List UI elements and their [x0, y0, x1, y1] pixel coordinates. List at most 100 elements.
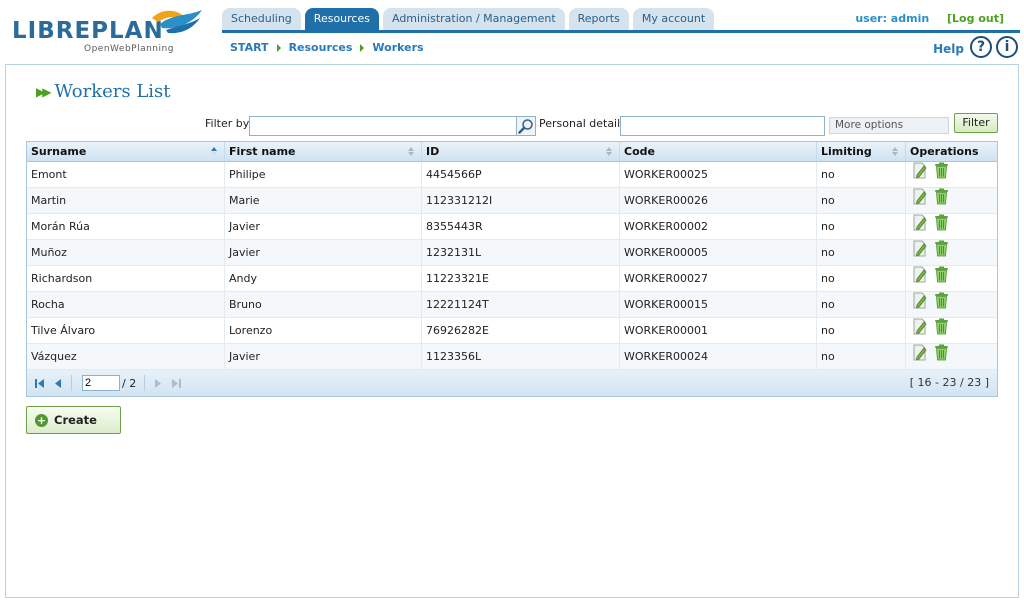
table-row[interactable]: Rocha Bruno 12221124T WORKER00015 no	[27, 292, 997, 318]
surname-cell: Muñoz	[27, 240, 225, 265]
create-button[interactable]: + Create	[26, 406, 121, 434]
filter-button[interactable]: Filter	[954, 113, 998, 133]
filter-bar: Filter by Personal details More options …	[6, 113, 1020, 137]
search-icon[interactable]	[516, 116, 536, 136]
limiting-cell: no	[817, 318, 906, 343]
breadcrumb-resources[interactable]: Resources	[289, 41, 353, 54]
code-cell: WORKER00024	[620, 344, 817, 369]
surname-cell: Richardson	[27, 266, 225, 291]
id-cell: 1232131L	[422, 240, 620, 265]
surname-cell: Rocha	[27, 292, 225, 317]
breadcrumb-start[interactable]: START	[230, 41, 269, 54]
double-arrow-icon: ▶▶	[36, 84, 52, 99]
first-name-cell: Bruno	[225, 292, 422, 317]
next-page-icon	[153, 378, 163, 388]
libreplan-logo[interactable]: LIBREPLAN OpenWebPlanning	[10, 6, 210, 56]
workers-table: Surname First name ID Code Limiting Oper…	[26, 141, 998, 397]
personal-details-input[interactable]	[620, 116, 825, 136]
column-first-name[interactable]: First name	[225, 142, 422, 161]
breadcrumb-arrow-icon	[360, 43, 365, 52]
column-operations: Operations	[910, 145, 979, 158]
column-surname[interactable]: Surname	[27, 142, 225, 161]
main-panel: ▶▶ Workers List Filter by Personal detai…	[5, 64, 1019, 598]
limiting-cell: no	[817, 266, 906, 291]
table-row[interactable]: Tilve Álvaro Lorenzo 76926282E WORKER00001 n…	[27, 318, 997, 344]
table-row[interactable]: Martin Marie 112331212I WORKER00026 no	[27, 188, 997, 214]
help-link[interactable]: Help	[933, 42, 964, 56]
more-options-toggle[interactable]: More options	[829, 117, 949, 134]
column-id[interactable]: ID	[422, 142, 620, 161]
limiting-cell: no	[817, 214, 906, 239]
first-name-cell: Marie	[225, 188, 422, 213]
total-pages: / 2	[122, 376, 137, 390]
logo-subtitle: OpenWebPlanning	[84, 44, 174, 54]
sort-icon	[211, 147, 218, 157]
sort-icon	[606, 147, 613, 157]
page-title: ▶▶ Workers List	[36, 81, 171, 102]
tab-scheduling[interactable]: Scheduling	[222, 8, 301, 30]
info-icon[interactable]: i	[996, 36, 1018, 58]
edit-icon[interactable]	[912, 344, 928, 369]
create-button-label: Create	[54, 413, 97, 427]
edit-icon[interactable]	[912, 318, 928, 343]
id-cell: 12221124T	[422, 292, 620, 317]
edit-icon[interactable]	[912, 240, 928, 265]
delete-icon[interactable]	[934, 188, 949, 213]
operations-cell	[906, 344, 997, 369]
table-row[interactable]: Muñoz Javier 1232131L WORKER00005 no	[27, 240, 997, 266]
sort-icon	[892, 147, 899, 157]
logo-wordmark: LIBREPLAN	[12, 18, 164, 44]
first-name-cell: Javier	[225, 214, 422, 239]
id-cell: 11223321E	[422, 266, 620, 291]
limiting-cell: no	[817, 344, 906, 369]
id-cell: 4454566P	[422, 162, 620, 187]
main-tabs: Scheduling Resources Administration / Ma…	[222, 8, 715, 31]
personal-details-label: Personal details	[539, 117, 626, 130]
surname-cell: Emont	[27, 162, 225, 187]
edit-icon[interactable]	[912, 214, 928, 239]
first-page-icon[interactable]	[35, 378, 45, 388]
edit-icon[interactable]	[912, 266, 928, 291]
id-cell: 1123356L	[422, 344, 620, 369]
tab-resources[interactable]: Resources	[304, 8, 379, 30]
edit-icon[interactable]	[912, 188, 928, 213]
table-body: Emont Philipe 4454566P WORKER00025 no Martin M…	[27, 162, 997, 370]
operations-cell	[906, 240, 997, 265]
delete-icon[interactable]	[934, 240, 949, 265]
table-row[interactable]: Morán Rúa Javier 8355443R WORKER00002 no	[27, 214, 997, 240]
id-cell: 76926282E	[422, 318, 620, 343]
table-row[interactable]: Emont Philipe 4454566P WORKER00025 no	[27, 162, 997, 188]
delete-icon[interactable]	[934, 318, 949, 343]
first-name-cell: Lorenzo	[225, 318, 422, 343]
code-cell: WORKER00001	[620, 318, 817, 343]
tabs-underline	[222, 30, 1020, 33]
delete-icon[interactable]	[934, 214, 949, 239]
first-name-cell: Andy	[225, 266, 422, 291]
breadcrumb-arrow-icon	[276, 43, 281, 52]
table-row[interactable]: Richardson Andy 11223321E WORKER00027 no	[27, 266, 997, 292]
filter-by-input[interactable]	[249, 116, 517, 136]
delete-icon[interactable]	[934, 266, 949, 291]
page-title-text: Workers List	[54, 81, 171, 102]
delete-icon[interactable]	[934, 292, 949, 317]
plus-icon: +	[35, 413, 48, 427]
breadcrumb-workers[interactable]: Workers	[372, 41, 423, 54]
user-label: user: admin	[855, 12, 930, 25]
page-number-input[interactable]	[82, 375, 120, 391]
delete-icon[interactable]	[934, 162, 949, 187]
table-row[interactable]: Vázquez Javier 1123356L WORKER00024 no	[27, 344, 997, 370]
edit-icon[interactable]	[912, 292, 928, 317]
operations-cell	[906, 318, 997, 343]
previous-page-icon[interactable]	[53, 378, 63, 388]
edit-icon[interactable]	[912, 162, 928, 187]
last-page-icon	[171, 378, 182, 388]
column-limiting[interactable]: Limiting	[817, 142, 906, 161]
column-code[interactable]: Code	[620, 142, 817, 161]
logout-link[interactable]: [Log out]	[947, 12, 1004, 25]
delete-icon[interactable]	[934, 344, 949, 369]
app-header: LIBREPLAN OpenWebPlanning Scheduling Res…	[0, 0, 1024, 64]
help-icon[interactable]: ?	[970, 36, 992, 58]
tab-reports[interactable]: Reports	[568, 8, 629, 30]
tab-my-account[interactable]: My account	[632, 8, 715, 30]
tab-administration-management[interactable]: Administration / Management	[382, 8, 565, 30]
